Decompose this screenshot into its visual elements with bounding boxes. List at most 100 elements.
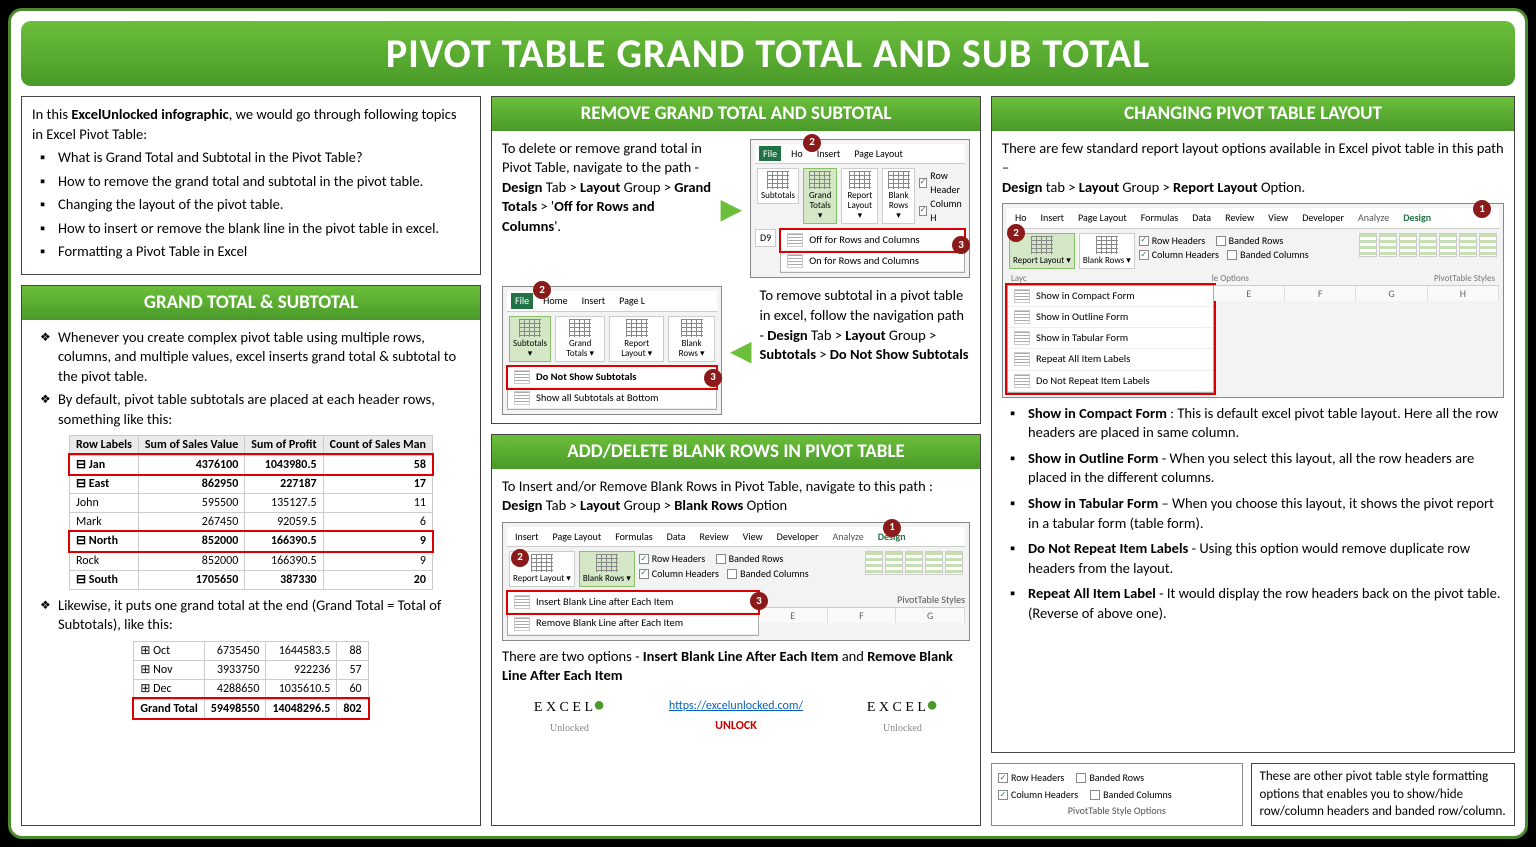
ribbon-tab[interactable]: Developer xyxy=(773,529,823,545)
ribbon-tab[interactable]: Analyze xyxy=(828,529,867,545)
report-layout-button[interactable]: Report Layout ▾ xyxy=(609,316,664,362)
row-headers-check[interactable]: Row Headers xyxy=(1152,234,1205,248)
layout-card: CHANGING PIVOT TABLE LAYOUT There are fe… xyxy=(991,96,1515,753)
ribbon-report-layout: HoInsertPage LayoutFormulasDataReviewVie… xyxy=(1002,203,1504,397)
ribbon-tab[interactable]: Data xyxy=(663,529,690,545)
grand-total-example-table: ⊞ Oct67354501644583.588⊞ Nov393375092223… xyxy=(133,641,368,719)
ribbon-tab[interactable]: Review xyxy=(1221,210,1258,226)
ribbon-tab[interactable]: View xyxy=(739,529,767,545)
ribbon-tab[interactable]: Data xyxy=(1188,210,1215,226)
remove-totals-card: REMOVE GRAND TOTAL AND SUBTOTAL To delet… xyxy=(491,96,981,424)
layout-intro-text: There are few standard report layout opt… xyxy=(1002,139,1504,198)
intro-topic: Changing the layout of the pivot table. xyxy=(40,195,470,215)
blank-rows-button[interactable]: Blank Rows ▾ xyxy=(668,316,715,362)
layout-option-desc: Show in Compact Form : This is default e… xyxy=(1010,404,1504,443)
unlock-label: UNLOCK xyxy=(715,719,757,733)
ribbon-subtotals: File Home Insert Page L 2 Subtotals ▾ Gr… xyxy=(502,286,722,415)
menu-remove-blank-line[interactable]: Remove Blank Line after Each Item xyxy=(508,613,758,634)
blank-rows-button[interactable]: Blank Rows ▾ xyxy=(882,168,914,224)
ribbon-tab[interactable]: Page Layout xyxy=(549,529,606,545)
column-headers-check[interactable]: Column Headers xyxy=(652,567,719,581)
gt-point-2: By default, pivot table subtotals are pl… xyxy=(40,390,470,429)
banded-rows-check[interactable]: Banded Rows xyxy=(729,552,784,566)
subtotals-button[interactable]: Subtotals xyxy=(757,168,799,204)
row-headers-check[interactable]: Row Header xyxy=(930,169,963,196)
layout-menu-item[interactable]: Show in Tabular Form xyxy=(1008,328,1213,349)
ribbon-tab[interactable]: Insert xyxy=(511,529,543,545)
banded-columns-check[interactable]: Banded Columns xyxy=(740,567,809,581)
ribbon-tab[interactable]: Analyze xyxy=(1354,210,1393,226)
ribbon-tab[interactable]: Design xyxy=(1399,210,1435,226)
banded-columns-check[interactable]: Banded Columns xyxy=(1103,788,1172,801)
style-options-description: These are other pivot table style format… xyxy=(1251,763,1515,826)
gt-point-3: Likewise, it puts one grand total at the… xyxy=(40,596,470,635)
ribbon-tab[interactable]: Developer xyxy=(1298,210,1348,226)
grand-totals-button[interactable]: Grand Totals ▾ xyxy=(555,316,605,362)
column-headers-check[interactable]: Column Headers xyxy=(1152,248,1219,262)
gt-point-1: Whenever you create complex pivot table … xyxy=(40,328,470,387)
intro-topic: What is Grand Total and Subtotal in the … xyxy=(40,148,470,168)
report-layout-button[interactable]: Report Layout ▾ xyxy=(841,168,878,224)
menu-on-rows-cols[interactable]: On for Rows and Columns xyxy=(781,251,964,272)
excel-unlocked-logo: E X C E L●Unlocked xyxy=(867,692,938,738)
section-header: REMOVE GRAND TOTAL AND SUBTOTAL xyxy=(492,97,980,131)
section-header: CHANGING PIVOT TABLE LAYOUT xyxy=(992,97,1514,131)
page-layout-tab[interactable]: Page L xyxy=(615,293,649,309)
subtotal-example-table: Row LabelsSum of Sales ValueSum of Profi… xyxy=(69,435,433,590)
pivot-styles-gallery[interactable] xyxy=(865,551,963,575)
grand-total-card: GRAND TOTAL & SUBTOTAL Whenever you crea… xyxy=(21,285,481,826)
cell-ref: D9 xyxy=(755,229,776,247)
file-tab[interactable]: File xyxy=(759,146,781,162)
file-tab[interactable]: File xyxy=(511,293,533,309)
remove-gt-text: To delete or remove grand total in Pivot… xyxy=(502,139,712,279)
blank-rows-text: To Insert and/or Remove Blank Rows in Pi… xyxy=(502,477,970,516)
arrow-right-icon: ▶ xyxy=(720,190,742,228)
ribbon-tab[interactable]: Formulas xyxy=(1137,210,1182,226)
ribbon-tab[interactable]: Page Layout xyxy=(1074,210,1131,226)
report-layout-dropdown: Show in Compact FormShow in Outline Form… xyxy=(1007,285,1214,393)
menu-show-subtotals-bottom[interactable]: Show all Subtotals at Bottom xyxy=(508,388,716,409)
ribbon-tab[interactable]: Review xyxy=(696,529,733,545)
banded-columns-check[interactable]: Banded Columns xyxy=(1240,248,1309,262)
remove-subtotal-text: To remove subtotal in a pivot table in e… xyxy=(760,286,970,415)
intro-topic: How to insert or remove the blank line i… xyxy=(40,219,470,239)
section-header: ADD/DELETE BLANK ROWS IN PIVOT TABLE xyxy=(492,435,980,469)
row-headers-check[interactable]: Row Headers xyxy=(652,552,705,566)
row-headers-check[interactable]: Row Headers xyxy=(1011,771,1064,784)
infographic-page: PIVOT TABLE GRAND TOTAL AND SUB TOTAL In… xyxy=(8,8,1528,839)
blank-rows-button[interactable]: Blank Rows ▾ xyxy=(1079,233,1135,269)
step-badge-2: 2 xyxy=(803,134,821,152)
page-title: PIVOT TABLE GRAND TOTAL AND SUB TOTAL xyxy=(21,21,1515,86)
grand-totals-button[interactable]: Grand Totals ▾ xyxy=(803,168,837,224)
blank-rows-options-text: There are two options - Insert Blank Lin… xyxy=(502,647,970,686)
blank-rows-button[interactable]: Blank Rows ▾ xyxy=(579,551,635,587)
banded-rows-check[interactable]: Banded Rows xyxy=(1229,234,1284,248)
group-label: Layc xyxy=(1011,273,1027,285)
column-headers-check[interactable]: Column H xyxy=(930,197,963,224)
styles-group-label: PivotTable Styles xyxy=(759,593,965,607)
excel-unlocked-logo: E X C E L●Unlocked xyxy=(534,692,605,738)
arrow-left-icon: ◀ xyxy=(730,332,752,370)
menu-do-not-show-subtotals[interactable]: Do Not Show Subtotals xyxy=(508,367,716,388)
layout-menu-item[interactable]: Repeat All Item Labels xyxy=(1008,349,1213,370)
ribbon-tab[interactable]: Insert xyxy=(1037,210,1069,226)
step-badge-1: 1 xyxy=(883,519,901,537)
banded-rows-check[interactable]: Banded Rows xyxy=(1089,771,1144,784)
page-layout-tab[interactable]: Page Layout xyxy=(850,146,907,162)
menu-insert-blank-line[interactable]: Insert Blank Line after Each Item xyxy=(508,592,758,613)
ribbon-tab[interactable]: View xyxy=(1264,210,1292,226)
ribbon-grand-totals: File Ho Insert Page Layout 2 Subtotals G… xyxy=(750,139,970,279)
layout-menu-item[interactable]: Show in Outline Form xyxy=(1008,307,1213,328)
layout-option-desc: Repeat All Item Label - It would display… xyxy=(1010,584,1504,623)
layout-options-list: Show in Compact Form : This is default e… xyxy=(1002,404,1504,624)
ribbon-tab[interactable]: Formulas xyxy=(611,529,656,545)
pivot-styles-gallery[interactable] xyxy=(1359,233,1497,257)
source-url-link[interactable]: https://excelunlocked.com/ xyxy=(669,699,803,713)
layout-menu-item[interactable]: Do Not Repeat Item Labels xyxy=(1008,371,1213,392)
layout-menu-item[interactable]: Show in Compact Form xyxy=(1008,286,1213,307)
column-headers-check[interactable]: Column Headers xyxy=(1011,788,1078,801)
subtotals-button[interactable]: Subtotals ▾ xyxy=(509,316,551,362)
step-badge-3: 3 xyxy=(704,369,722,387)
menu-off-rows-cols[interactable]: Off for Rows and Columns xyxy=(781,230,964,251)
insert-tab[interactable]: Insert xyxy=(578,293,610,309)
